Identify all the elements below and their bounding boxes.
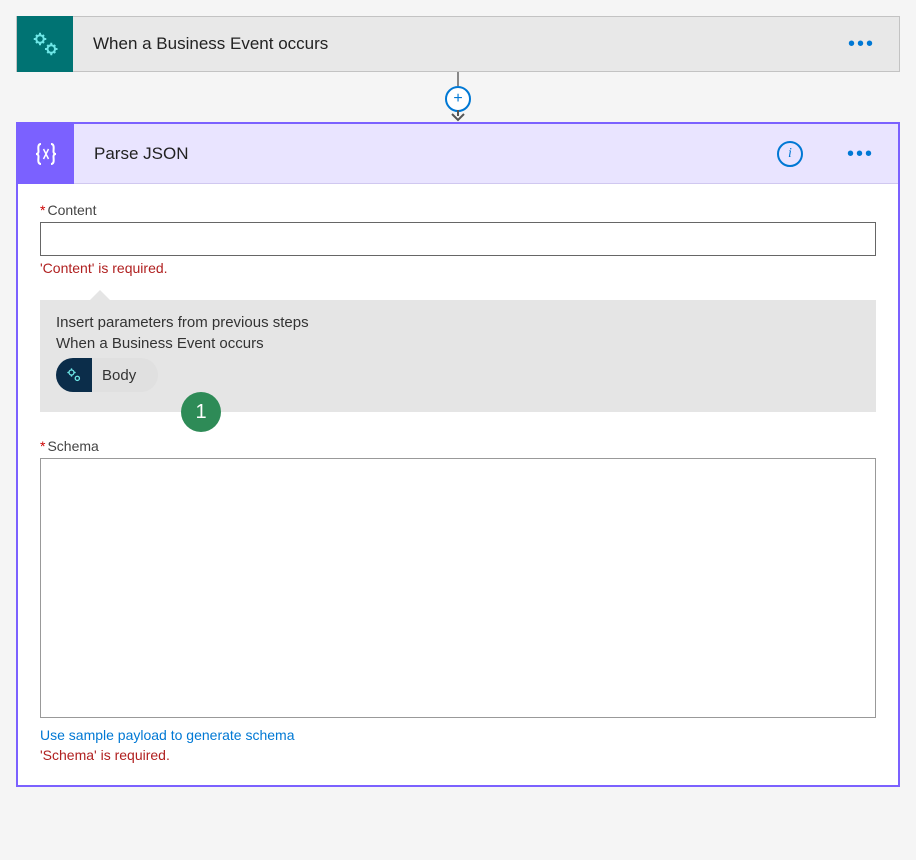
trigger-more-button[interactable]: ••• <box>824 39 899 49</box>
content-label: *Content <box>40 202 876 218</box>
gears-icon <box>17 16 73 72</box>
content-input[interactable] <box>40 222 876 256</box>
schema-input[interactable] <box>40 458 876 718</box>
action-title: Parse JSON <box>74 144 777 164</box>
add-step-button[interactable]: + <box>445 86 471 112</box>
json-icon <box>18 124 74 184</box>
content-error: 'Content' is required. <box>40 260 876 276</box>
chip-gears-icon <box>56 358 92 392</box>
action-more-button[interactable]: ••• <box>823 149 898 159</box>
chip-label: Body <box>92 367 146 384</box>
arrow-down-icon <box>449 110 467 122</box>
params-flyout: Insert parameters from previous steps Wh… <box>40 300 876 412</box>
params-source: When a Business Event occurs <box>56 335 860 352</box>
connector: + <box>16 72 900 122</box>
schema-label: *Schema <box>40 438 876 454</box>
action-card: Parse JSON i ••• *Content 'Content' is r… <box>16 122 900 787</box>
body-chip[interactable]: Body <box>56 358 158 392</box>
trigger-title: When a Business Event occurs <box>73 34 824 54</box>
sample-payload-link[interactable]: Use sample payload to generate schema <box>40 727 294 743</box>
info-button[interactable]: i <box>777 141 803 167</box>
annotation-badge: 1 <box>181 392 221 432</box>
schema-error: 'Schema' is required. <box>40 747 876 763</box>
trigger-card[interactable]: When a Business Event occurs ••• <box>16 16 900 72</box>
params-title: Insert parameters from previous steps <box>56 314 860 331</box>
action-header[interactable]: Parse JSON i ••• <box>18 124 898 184</box>
